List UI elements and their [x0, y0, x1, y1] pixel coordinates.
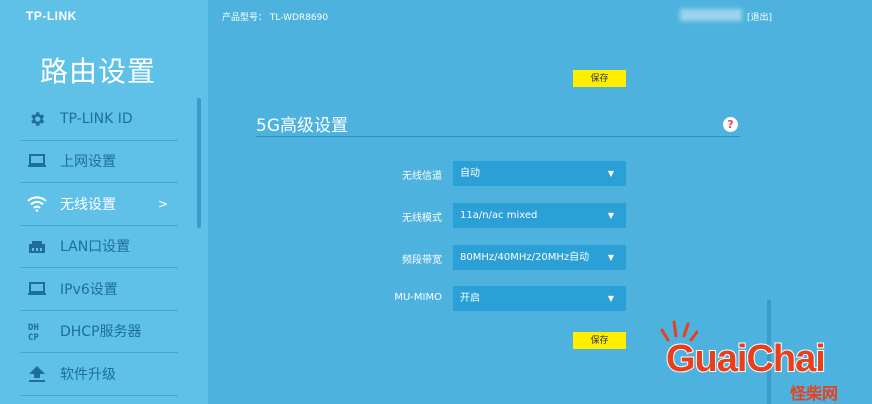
dropdown-arrow-icon: ▼ [607, 253, 614, 262]
sidebar-item-label: 软件升级 [60, 366, 116, 383]
sidebar-item-label: LAN口设置 [60, 239, 131, 256]
watermark-subtext: 怪柴网 [790, 384, 839, 403]
sidebar-item-label: TP-LINK ID [60, 110, 133, 127]
dropdown-arrow-icon: ▼ [607, 294, 614, 303]
sidebar-item-label: 上网设置 [60, 154, 116, 171]
dhcp-icon: DH CP [26, 320, 48, 342]
laptop-icon [26, 150, 48, 172]
wifi-icon [26, 193, 48, 215]
model-value: TL-WDR8690 [269, 13, 329, 23]
sidebar-scrollbar[interactable] [197, 98, 201, 228]
model-label: 产品型号： [222, 13, 268, 23]
section-title: 5G高级设置 [256, 116, 348, 136]
bandwidth-select[interactable]: 80MHz/40MHz/20MHz自动 ▼ [453, 245, 626, 270]
section-divider [256, 136, 740, 137]
svg-text:CP: CP [28, 333, 39, 341]
chevron-right-icon: > [157, 196, 168, 211]
sidebar-item-ipv6[interactable]: IPv6设置 [20, 268, 178, 311]
sidebar-item-upgrade[interactable]: 软件升级 [20, 353, 178, 396]
dropdown-arrow-icon: ▼ [607, 211, 614, 220]
mumimo-value: 开启 [460, 293, 480, 304]
sidebar-item-lan[interactable]: LAN口设置 [20, 226, 178, 268]
sidebar-item-label: DHCP服务器 [60, 324, 142, 341]
watermark-text: GuaiChai [665, 337, 827, 381]
model-info: 产品型号： TL-WDR8690 [222, 10, 328, 23]
watermark-logo: GuaiChai 怪柴网 [648, 318, 872, 404]
logout-link[interactable]: [退出] [747, 10, 772, 23]
user-account-redacted [680, 9, 742, 21]
sidebar: TP-LINK 路由设置 TP-LINK ID 上网设置 无线设置 > LAN口… [0, 0, 208, 404]
laptop-icon [26, 278, 48, 300]
sidebar-item-internet[interactable]: 上网设置 [20, 141, 178, 183]
sidebar-item-wireless[interactable]: 无线设置 > [20, 183, 178, 226]
bandwidth-label: 频段带宽 [402, 255, 442, 266]
mode-label: 无线模式 [402, 213, 442, 224]
help-icon[interactable]: ? [723, 117, 738, 132]
channel-label: 无线信道 [402, 171, 442, 182]
mode-value: 11a/n/ac mixed [460, 210, 538, 221]
mode-select[interactable]: 11a/n/ac mixed ▼ [453, 203, 626, 228]
channel-value: 自动 [460, 168, 480, 179]
sidebar-item-label: IPv6设置 [60, 281, 118, 298]
save-button-bottom[interactable]: 保存 [573, 332, 626, 349]
bandwidth-value: 80MHz/40MHz/20MHz自动 [460, 252, 590, 263]
brand-logo: TP-LINK [26, 9, 77, 23]
upload-icon [26, 363, 48, 385]
sidebar-nav: TP-LINK ID 上网设置 无线设置 > LAN口设置 IPv6设置 DH … [20, 98, 178, 396]
lan-port-icon [26, 235, 48, 257]
dropdown-arrow-icon: ▼ [607, 169, 614, 178]
page-title: 路由设置 [40, 55, 157, 88]
sidebar-item-tplink-id[interactable]: TP-LINK ID [20, 98, 178, 141]
mumimo-select[interactable]: 开启 ▼ [453, 286, 626, 311]
svg-text:DH: DH [28, 323, 39, 333]
gear-icon [26, 108, 48, 130]
mumimo-label: MU-MIMO [394, 292, 442, 303]
channel-select[interactable]: 自动 ▼ [453, 161, 626, 186]
save-button-top[interactable]: 保存 [573, 70, 626, 87]
sidebar-item-label: 无线设置 [60, 196, 116, 213]
sidebar-item-dhcp[interactable]: DH CP DHCP服务器 [20, 311, 178, 353]
